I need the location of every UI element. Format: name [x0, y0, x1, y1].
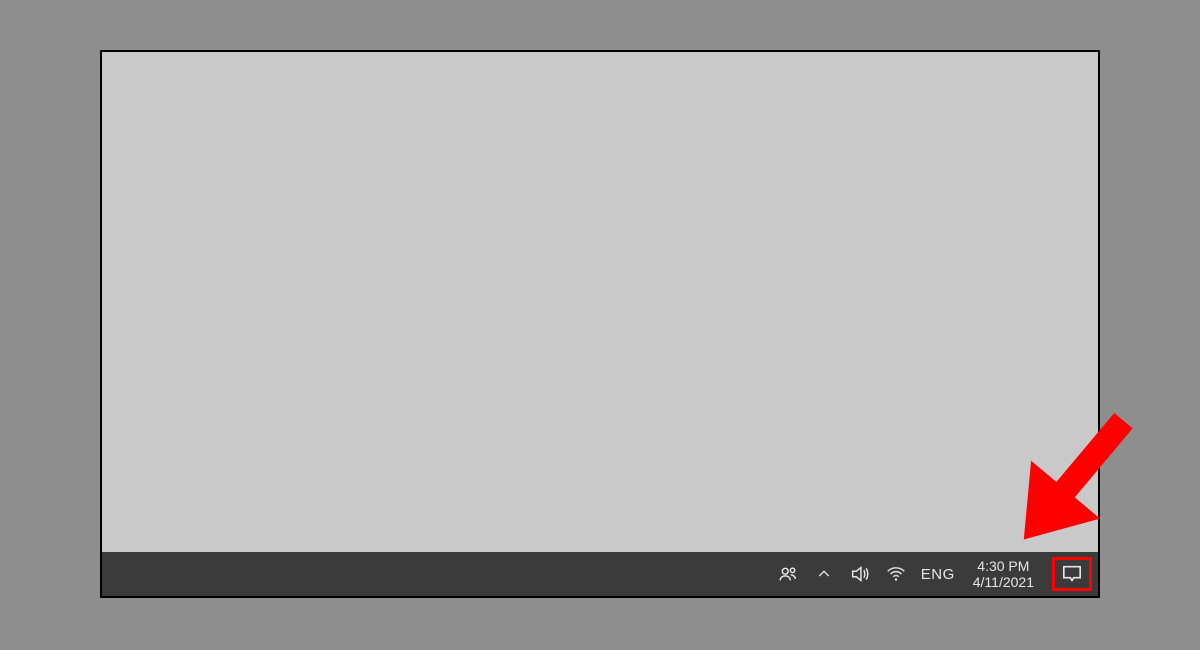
people-button[interactable]	[777, 552, 799, 596]
wifi-icon	[885, 563, 907, 585]
speaker-icon	[849, 563, 871, 585]
volume-button[interactable]	[849, 552, 871, 596]
input-language-button[interactable]: ENG	[921, 552, 955, 596]
tray-overflow-button[interactable]	[813, 552, 835, 596]
language-label: ENG	[921, 566, 955, 583]
action-center-button[interactable]	[1052, 557, 1092, 591]
network-button[interactable]	[885, 552, 907, 596]
system-tray: ENG 4:30 PM 4/11/2021	[777, 552, 1098, 596]
chevron-up-icon	[816, 566, 832, 582]
clock-date: 4/11/2021	[973, 574, 1034, 590]
monitor-frame: ENG 4:30 PM 4/11/2021	[100, 50, 1100, 598]
clock-time: 4:30 PM	[977, 558, 1029, 574]
canvas: ENG 4:30 PM 4/11/2021	[0, 0, 1200, 650]
people-icon	[777, 563, 799, 585]
taskbar: ENG 4:30 PM 4/11/2021	[102, 552, 1098, 596]
action-center-icon	[1061, 564, 1083, 584]
clock-button[interactable]: 4:30 PM 4/11/2021	[969, 552, 1038, 596]
desktop-region[interactable]	[102, 52, 1098, 552]
